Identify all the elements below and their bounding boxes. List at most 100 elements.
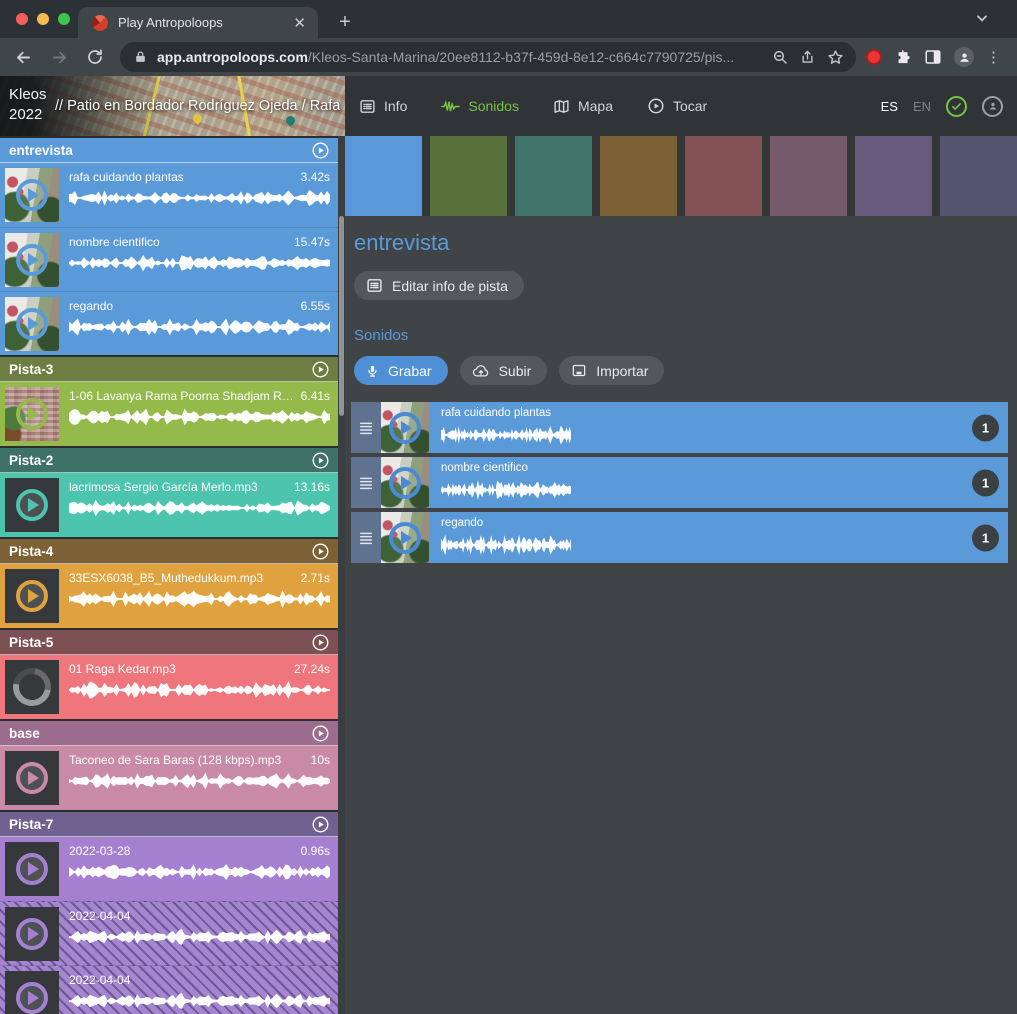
track-square-5[interactable]	[685, 136, 762, 216]
sample-row[interactable]: 2022-03-28 0.96s	[0, 837, 338, 901]
sample-row[interactable]: 33ESX6038_B5_Muthedukkum.mp3 2.71s	[0, 564, 338, 628]
sound-thumbnail[interactable]	[381, 402, 429, 453]
panel-sound-row[interactable]: rafa cuidando plantas 1	[351, 402, 1008, 453]
tab-sonidos[interactable]: Sonidos	[441, 98, 519, 114]
back-button[interactable]	[8, 42, 38, 72]
lang-en[interactable]: EN	[913, 99, 931, 114]
tab-info[interactable]: Info	[359, 98, 407, 115]
play-overlay-icon[interactable]	[16, 489, 48, 521]
side-panel-icon[interactable]	[924, 48, 942, 66]
play-overlay-icon[interactable]	[16, 244, 48, 276]
play-overlay-icon[interactable]	[389, 467, 421, 499]
drag-handle-icon[interactable]	[351, 457, 381, 508]
drag-handle-icon[interactable]	[351, 512, 381, 563]
track-square-2[interactable]	[430, 136, 507, 216]
play-overlay-icon[interactable]	[16, 762, 48, 794]
account-icon[interactable]	[982, 96, 1003, 117]
track-square-8[interactable]	[940, 136, 1017, 216]
reload-button[interactable]	[80, 42, 110, 72]
extensions-puzzle-icon[interactable]	[894, 48, 912, 66]
project-map-banner[interactable]: Kleos 2022 // Patio en Bordador Rodrígue…	[0, 76, 345, 136]
sample-thumbnail[interactable]	[5, 907, 59, 961]
track-section-header[interactable]: Pista-2	[0, 448, 338, 473]
track-play-icon[interactable]	[311, 141, 330, 160]
import-button[interactable]: Importar	[559, 356, 664, 385]
sample-row[interactable]: nombre cientifico 15.47s	[0, 227, 338, 291]
tab-tocar[interactable]: Tocar	[647, 97, 707, 115]
track-section-header[interactable]: entrevista	[0, 138, 338, 163]
track-square-7[interactable]	[855, 136, 932, 216]
track-play-icon[interactable]	[311, 724, 330, 743]
tab-close-icon[interactable]: ✕	[291, 14, 308, 32]
app-logo[interactable]: Kleos 2022	[9, 85, 47, 125]
track-play-icon[interactable]	[311, 542, 330, 561]
maximize-window-button[interactable]	[58, 13, 70, 25]
sample-row[interactable]: 1-06 Lavanya Rama Poorna Shadjam Rupak..…	[0, 382, 338, 446]
record-button[interactable]: Grabar	[354, 356, 448, 385]
play-overlay-icon[interactable]	[16, 179, 48, 211]
sample-thumbnail[interactable]	[5, 569, 59, 623]
close-window-button[interactable]	[16, 13, 28, 25]
sample-thumbnail[interactable]	[5, 971, 59, 1014]
lang-es[interactable]: ES	[881, 99, 898, 114]
track-play-icon[interactable]	[311, 451, 330, 470]
play-overlay-icon[interactable]	[16, 398, 48, 430]
sample-thumbnail[interactable]	[5, 842, 59, 896]
sample-thumbnail[interactable]	[5, 751, 59, 805]
track-play-icon[interactable]	[311, 633, 330, 652]
play-overlay-icon[interactable]	[16, 853, 48, 885]
new-tab-button[interactable]: +	[332, 9, 358, 35]
track-section-header[interactable]: Pista-4	[0, 539, 338, 564]
drag-handle-icon[interactable]	[351, 402, 381, 453]
minimize-window-button[interactable]	[37, 13, 49, 25]
tab-mapa[interactable]: Mapa	[553, 98, 613, 115]
sidebar-scrollbar-thumb[interactable]	[339, 216, 344, 416]
track-square-1[interactable]	[345, 136, 422, 216]
browser-menu-icon[interactable]: ⋮	[986, 48, 1001, 66]
sample-row[interactable]: Taconeo de Sara Baras (128 kbps).mp3 10s	[0, 746, 338, 810]
play-overlay-icon[interactable]	[16, 918, 48, 950]
track-section-header[interactable]: Pista-3	[0, 357, 338, 382]
browser-profile-avatar[interactable]	[954, 47, 974, 67]
sample-row[interactable]: 2022-04-04	[0, 901, 338, 965]
sound-thumbnail[interactable]	[381, 512, 429, 563]
sample-thumbnail[interactable]	[5, 233, 59, 287]
panel-sound-row[interactable]: regando 1	[351, 512, 1008, 563]
sample-row[interactable]: rafa cuidando plantas 3.42s	[0, 163, 338, 227]
forward-button[interactable]	[44, 42, 74, 72]
sample-thumbnail[interactable]	[5, 387, 59, 441]
browser-tab[interactable]: Play Antropoloops ✕	[78, 7, 318, 38]
panel-sound-row[interactable]: nombre cientifico 1	[351, 457, 1008, 508]
share-icon[interactable]	[800, 49, 815, 65]
sample-thumbnail[interactable]	[5, 168, 59, 222]
sample-row[interactable]: regando 6.55s	[0, 291, 338, 355]
play-overlay-icon[interactable]	[16, 982, 48, 1014]
track-square-3[interactable]	[515, 136, 592, 216]
sample-row[interactable]: lacrimosa Sergio García Merlo.mp3 13.16s	[0, 473, 338, 537]
edit-track-info-button[interactable]: Editar info de pista	[354, 271, 524, 300]
play-overlay-icon[interactable]	[389, 522, 421, 554]
play-overlay-icon[interactable]	[16, 308, 48, 340]
sync-check-icon[interactable]	[946, 96, 967, 117]
sample-row[interactable]: 01 Raga Kedar.mp3 27.24s	[0, 655, 338, 719]
play-overlay-icon[interactable]	[389, 412, 421, 444]
play-overlay-icon[interactable]	[16, 580, 48, 612]
sound-thumbnail[interactable]	[381, 457, 429, 508]
sample-thumbnail[interactable]	[5, 297, 59, 351]
track-play-icon[interactable]	[311, 360, 330, 379]
upload-button[interactable]: Subir	[460, 356, 548, 385]
recorder-extension-icon[interactable]	[866, 49, 882, 65]
track-section-header[interactable]: Pista-7	[0, 812, 338, 837]
track-play-icon[interactable]	[311, 815, 330, 834]
sample-row[interactable]: 2022-04-04	[0, 965, 338, 1014]
track-square-6[interactable]	[770, 136, 847, 216]
track-section-header[interactable]: Pista-5	[0, 630, 338, 655]
tab-search-chevron-icon[interactable]	[975, 11, 989, 25]
address-bar[interactable]: app.antropoloops.com/Kleos-Santa-Marina/…	[120, 42, 856, 72]
bookmark-star-icon[interactable]	[827, 49, 844, 66]
zoom-icon[interactable]	[772, 49, 788, 65]
track-section-header[interactable]: base	[0, 721, 338, 746]
sample-thumbnail[interactable]	[5, 660, 59, 714]
sample-thumbnail[interactable]	[5, 478, 59, 532]
track-square-4[interactable]	[600, 136, 677, 216]
